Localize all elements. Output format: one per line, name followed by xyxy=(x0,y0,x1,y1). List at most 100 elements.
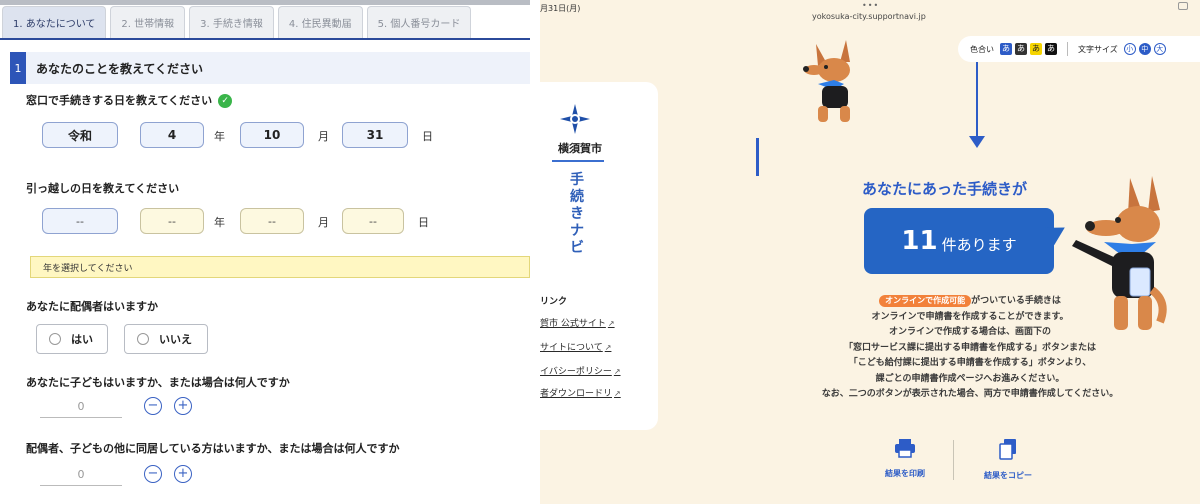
instruction-line: なお、二つのボタンが表示された場合、両方で申請書作成してください。 xyxy=(821,389,1119,399)
font-size-label: 文字サイズ xyxy=(1078,44,1118,54)
divider xyxy=(1067,42,1068,56)
tab-household[interactable]: 2. 世帯情報 xyxy=(110,6,186,38)
question-children: あなたに子どもはいますか、または場合は何人ですか xyxy=(26,376,290,389)
down-arrow-line xyxy=(976,62,978,142)
link-download[interactable]: 者ダウンロードリ ↗ xyxy=(540,386,621,399)
check-icon: ✓ xyxy=(218,94,233,108)
validation-alert: 年を選択してください xyxy=(30,256,530,278)
link-privacy-policy[interactable]: イバシーポリシー ↗ xyxy=(540,364,621,377)
app-name-char: 続 xyxy=(570,189,584,205)
move-day-select[interactable]: -- xyxy=(342,208,404,234)
spouse-no-radio[interactable]: いいえ xyxy=(124,324,208,354)
color-swatch-yellow[interactable]: あ xyxy=(1030,43,1042,55)
tab-about-you[interactable]: 1. あなたについて xyxy=(2,6,107,38)
tab-mynumber-card[interactable]: 5. 個人番号カード xyxy=(366,6,472,38)
online-badge: オンラインで作成可能 xyxy=(879,295,972,307)
color-label: 色合い xyxy=(970,44,994,54)
copy-icon xyxy=(999,439,1016,460)
instruction-text: がついている手続きは xyxy=(971,296,1061,306)
color-swatch-blue[interactable]: あ xyxy=(1000,43,1012,55)
result-count-bubble: 11 件あります xyxy=(864,208,1054,274)
font-size-large[interactable]: 大 xyxy=(1153,43,1166,55)
city-name: 横須賀市 xyxy=(558,142,602,155)
plus-button[interactable]: + xyxy=(174,397,192,415)
question-label: 窓口で手続きする日を教えてください xyxy=(26,94,213,107)
instruction-line: 「こども給付課に提出する申請書を作成する」ボタンより、 xyxy=(848,358,1092,368)
procedure-form-screen: 1. あなたについて 2. 世帯情報 3. 手続き情報 4. 住民異動届 5. … xyxy=(0,0,530,504)
links-heading: リンク xyxy=(540,297,568,307)
minus-button[interactable]: − xyxy=(144,397,162,415)
day-select[interactable]: 31 xyxy=(342,122,408,148)
result-count-suffix: 件あります xyxy=(941,235,1017,254)
tabs-underline xyxy=(0,38,530,40)
external-link-icon: ↗ xyxy=(613,367,621,376)
instruction-line: オンラインで申請書を作成することができます。 xyxy=(871,311,1069,322)
section-title: あなたのことを教えてください xyxy=(36,61,204,76)
font-size-medium[interactable]: 中 xyxy=(1138,43,1151,55)
tab-resident-move[interactable]: 4. 住民異動届 xyxy=(277,6,363,38)
print-label: 結果を印刷 xyxy=(885,469,925,478)
city-underline xyxy=(552,160,604,162)
year-select[interactable]: 4 xyxy=(140,122,204,148)
result-headline: あなたにあった手続きが xyxy=(862,180,1028,198)
printer-icon xyxy=(895,439,915,458)
more-icon[interactable]: ••• xyxy=(862,1,879,10)
radio-label: いいえ xyxy=(159,333,192,346)
status-bar: 月31日(月) ••• yokosuka-city.supportnavi.jp xyxy=(540,0,1200,26)
link-label: 賀市 公式サイト xyxy=(540,319,606,329)
question-visit-date: 窓口で手続きする日を教えてください ✓ xyxy=(26,92,233,108)
link-official-site[interactable]: 賀市 公式サイト ↗ xyxy=(540,316,615,329)
divider xyxy=(953,440,954,480)
spouse-yes-radio[interactable]: はい xyxy=(36,324,108,354)
minus-button[interactable]: − xyxy=(144,465,162,483)
external-link-icon: ↗ xyxy=(607,319,615,328)
tab-procedure[interactable]: 3. 手続き情報 xyxy=(189,6,274,38)
instruction-line: オンラインで作成する場合は、画面下の xyxy=(888,327,1051,337)
instruction-line: 「窓口サービス課に提出する申請書を作成する」ボタンまたは xyxy=(843,342,1096,353)
tabs-icon[interactable] xyxy=(1178,2,1188,10)
plus-button[interactable]: + xyxy=(174,465,192,483)
section-number: 1 xyxy=(10,52,26,84)
top-bar xyxy=(0,0,530,5)
app-name: 手 続 き ナ ビ xyxy=(568,172,586,257)
unit-day: 日 xyxy=(418,216,429,229)
cohabitant-count-input[interactable]: 0 xyxy=(40,464,122,486)
section-header: 1 あなたのことを教えてください xyxy=(10,52,530,84)
sidebar: 横須賀市 手 続 き ナ ビ リンク 賀市 公式サイト ↗ サイトについて ↗ イバ… xyxy=(540,82,658,430)
print-button[interactable]: 結果を印刷 xyxy=(870,438,940,479)
link-label: 者ダウンロードリ xyxy=(540,389,613,399)
link-label: イバシーポリシー xyxy=(540,367,612,377)
question-move-date: 引っ越しの日を教えてください xyxy=(26,182,180,195)
move-year-select[interactable]: -- xyxy=(140,208,204,234)
instructions: オンラインで作成可能 がついている手続きは オンラインで申請書を作成することができ… xyxy=(750,294,1190,403)
display-controls: 色合い あ あ あ あ 文字サイズ 小 中 大 xyxy=(958,36,1200,62)
question-cohabitants: 配偶者、子どもの他に同居している方はいますか、または場合は何人ですか xyxy=(26,442,400,455)
link-about-site[interactable]: サイトについて ↗ xyxy=(540,340,611,353)
color-swatch-dark[interactable]: あ xyxy=(1015,43,1027,55)
color-swatch-black[interactable]: あ xyxy=(1045,43,1057,55)
radio-label: はい xyxy=(71,333,93,346)
move-month-select[interactable]: -- xyxy=(240,208,304,234)
unit-month: 月 xyxy=(318,130,329,143)
era-select[interactable]: 令和 xyxy=(42,122,118,148)
down-arrow-icon xyxy=(969,136,985,148)
step-tabs: 1. あなたについて 2. 世帯情報 3. 手続き情報 4. 住民異動届 5. … xyxy=(0,6,472,38)
unit-year: 年 xyxy=(214,216,225,229)
external-link-icon: ↗ xyxy=(614,389,621,398)
city-emblem-icon xyxy=(560,104,590,134)
mascot-dog-small xyxy=(803,40,850,122)
font-size-small[interactable]: 小 xyxy=(1123,43,1136,55)
copy-button[interactable]: 結果をコピー xyxy=(970,438,1046,481)
accent-bar xyxy=(756,138,759,176)
app-name-char: き xyxy=(570,206,584,222)
copy-label: 結果をコピー xyxy=(984,471,1032,480)
unit-month: 月 xyxy=(318,216,329,229)
result-screen: 月31日(月) ••• yokosuka-city.supportnavi.jp… xyxy=(540,0,1200,504)
move-era-select[interactable]: -- xyxy=(42,208,118,234)
month-select[interactable]: 10 xyxy=(240,122,304,148)
address-bar[interactable]: yokosuka-city.supportnavi.jp xyxy=(812,12,926,21)
question-spouse: あなたに配偶者はいますか xyxy=(26,300,158,313)
unit-year: 年 xyxy=(214,130,225,143)
children-count-input[interactable]: 0 xyxy=(40,396,122,418)
radio-circle-icon xyxy=(49,333,61,345)
